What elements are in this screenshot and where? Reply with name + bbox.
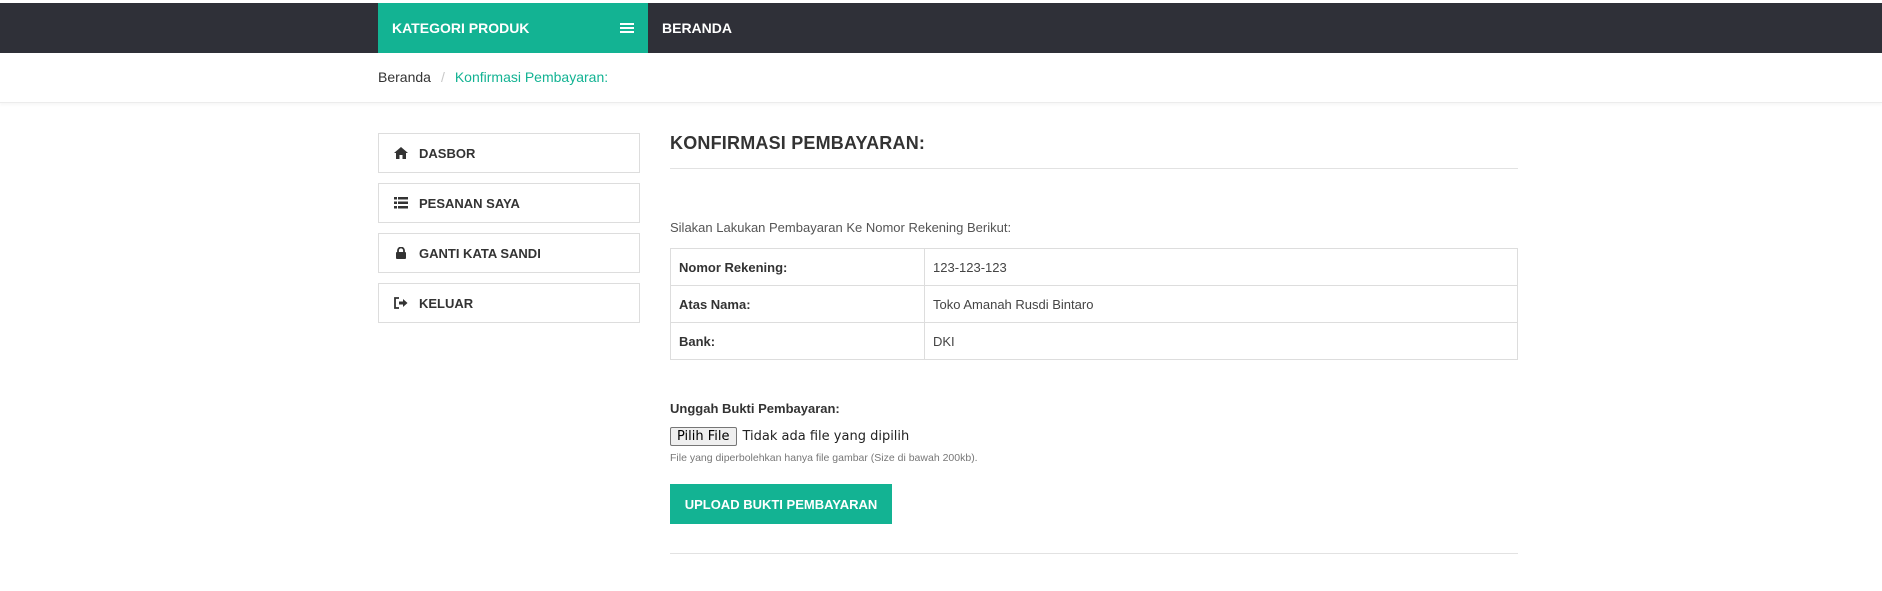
breadcrumb: Beranda / Konfirmasi Pembayaran: [378, 69, 608, 85]
category-menu-label: KATEGORI PRODUK [392, 20, 530, 36]
sidebar-item-keluar[interactable]: KELUAR [378, 283, 640, 323]
account-sidebar: DASBOR PESANAN SAYA GANTI KATA SANDI KEL… [378, 133, 640, 333]
sidebar-item-label: KELUAR [419, 295, 474, 311]
file-input[interactable]: Pilih File Tidak ada file yang dipilih [670, 427, 909, 446]
sidebar-item-label: DASBOR [419, 145, 476, 161]
lock-icon [393, 246, 409, 260]
breadcrumb-bar: Beranda / Konfirmasi Pembayaran: [0, 53, 1882, 103]
sidebar-item-label: PESANAN SAYA [419, 195, 520, 211]
table-row: Atas Nama: Toko Amanah Rusdi Bintaro [670, 285, 1518, 323]
breadcrumb-home-link[interactable]: Beranda [378, 69, 431, 85]
table-row: Nomor Rekening: 123-123-123 [670, 248, 1518, 286]
sidebar-item-label: GANTI KATA SANDI [419, 245, 541, 261]
top-navbar: KATEGORI PRODUK BERANDA [0, 3, 1882, 53]
list-icon [393, 196, 409, 210]
breadcrumb-separator: / [440, 69, 445, 85]
upload-label: Unggah Bukti Pembayaran: [670, 401, 840, 416]
row-value: 123-123-123 [924, 248, 1518, 286]
breadcrumb-current: Konfirmasi Pembayaran: [454, 69, 609, 85]
hamburger-icon [620, 23, 634, 35]
nav-link-home[interactable]: BERANDA [662, 3, 732, 53]
row-value: Toko Amanah Rusdi Bintaro [924, 285, 1518, 323]
upload-proof-button[interactable]: UPLOAD BUKTI PEMBAYARAN [670, 484, 892, 524]
page-title: KONFIRMASI PEMBAYARAN: [670, 133, 926, 153]
row-key: Nomor Rekening: [670, 248, 925, 286]
divider [670, 168, 1518, 169]
category-menu-button[interactable]: KATEGORI PRODUK [378, 3, 648, 53]
account-info-table: Nomor Rekening: 123-123-123 Atas Nama: T… [670, 248, 1518, 360]
home-icon [393, 146, 409, 160]
row-value: DKI [924, 322, 1518, 360]
intro-text: Silakan Lakukan Pembayaran Ke Nomor Reke… [670, 220, 1012, 235]
payment-confirmation-panel: KONFIRMASI PEMBAYARAN: Silakan Lakukan P… [670, 133, 1518, 554]
sign-out-icon [393, 296, 409, 310]
file-status: Tidak ada file yang dipilih [742, 429, 910, 444]
row-key: Atas Nama: [670, 285, 925, 323]
divider [670, 553, 1518, 554]
sidebar-item-ganti-kata-sandi[interactable]: GANTI KATA SANDI [378, 233, 640, 273]
sidebar-item-dasbor[interactable]: DASBOR [378, 133, 640, 173]
file-hint: File yang diperbolehkan hanya file gamba… [670, 452, 978, 464]
row-key: Bank: [670, 322, 925, 360]
sidebar-item-pesanan-saya[interactable]: PESANAN SAYA [378, 183, 640, 223]
table-row: Bank: DKI [670, 322, 1518, 360]
choose-file-button[interactable]: Pilih File [670, 427, 737, 446]
